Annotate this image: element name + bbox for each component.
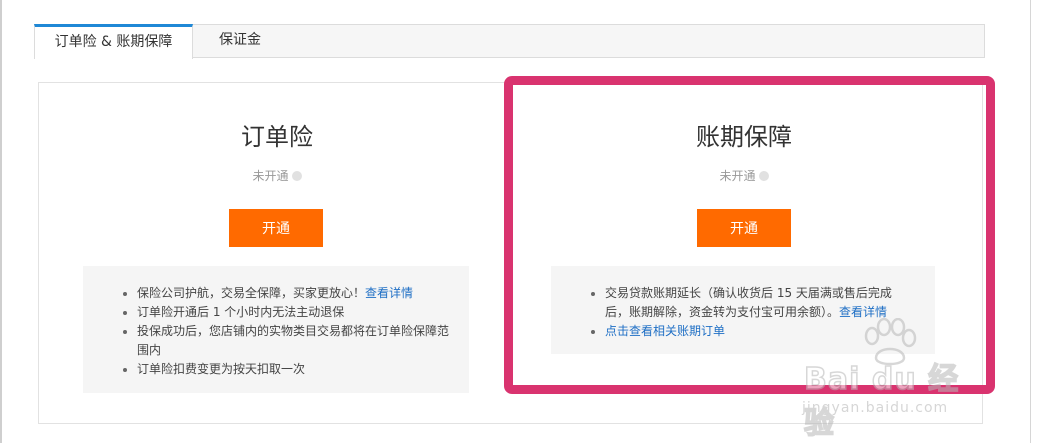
status-indicator: 未开通 — [551, 167, 937, 184]
list-item: 交易贷款账期延长（确认收货后 15 天届满或售后完成后，账期解除，资金转为支付宝… — [589, 284, 915, 322]
tab-order-insurance[interactable]: 订单险 & 账期保障 — [34, 24, 193, 59]
list-item-text: 投保成功后，您店铺内的实物类目交易都将在订单险保障范围内 — [137, 324, 450, 357]
status-text: 未开通 — [719, 169, 756, 183]
list-item-text: 保险公司护航，交易全保障，买家更放心！ — [137, 286, 366, 300]
view-credit-orders-link[interactable]: 点击查看相关账期订单 — [605, 324, 725, 338]
list-item: 投保成功后，您店铺内的实物类目交易都将在订单险保障范围内 — [121, 322, 449, 360]
list-item-text: 订单险开通后 1 个小时内无法主动退保 — [137, 305, 345, 319]
status-text: 未开通 — [252, 169, 289, 183]
view-details-link[interactable]: 查看详情 — [365, 286, 413, 300]
list-item: 订单险扣费变更为按天扣取一次 — [121, 360, 449, 379]
tab-bar: 订单险 & 账期保障 保证金 — [34, 24, 985, 59]
card-title: 订单险 — [241, 123, 313, 151]
info-list: 保险公司护航，交易全保障，买家更放心！查看详情 订单险开通后 1 个小时内无法主… — [121, 284, 449, 379]
activate-credit-protection-button[interactable]: 开通 — [697, 209, 791, 247]
watermark: Bai du 经验 jingyan.baidu.com — [790, 318, 990, 442]
activate-order-insurance-button[interactable]: 开通 — [229, 209, 323, 247]
view-details-link[interactable]: 查看详情 — [839, 305, 887, 319]
status-indicator: 未开通 — [83, 167, 471, 184]
card-title: 账期保障 — [696, 123, 792, 151]
watermark-url: jingyan.baidu.com — [802, 400, 949, 416]
list-item: 保险公司护航，交易全保障，买家更放心！查看详情 — [121, 284, 449, 303]
order-insurance-card: 订单险 未开通 开通 保险公司护航，交易全保障，买家更放心！查看详情 订单险开通… — [83, 83, 471, 393]
tab-deposit[interactable]: 保证金 — [193, 24, 287, 58]
list-item: 订单险开通后 1 个小时内无法主动退保 — [121, 303, 449, 322]
status-dot-icon — [758, 171, 769, 181]
frame-left-border — [0, 0, 2, 443]
watermark-brand: Bai du 经验 — [803, 361, 960, 442]
status-dot-icon — [291, 171, 302, 181]
list-item-text: 订单险扣费变更为按天扣取一次 — [137, 362, 306, 376]
info-box: 保险公司护航，交易全保障，买家更放心！查看详情 订单险开通后 1 个小时内无法主… — [83, 266, 469, 393]
frame-right-border — [1030, 0, 1031, 443]
